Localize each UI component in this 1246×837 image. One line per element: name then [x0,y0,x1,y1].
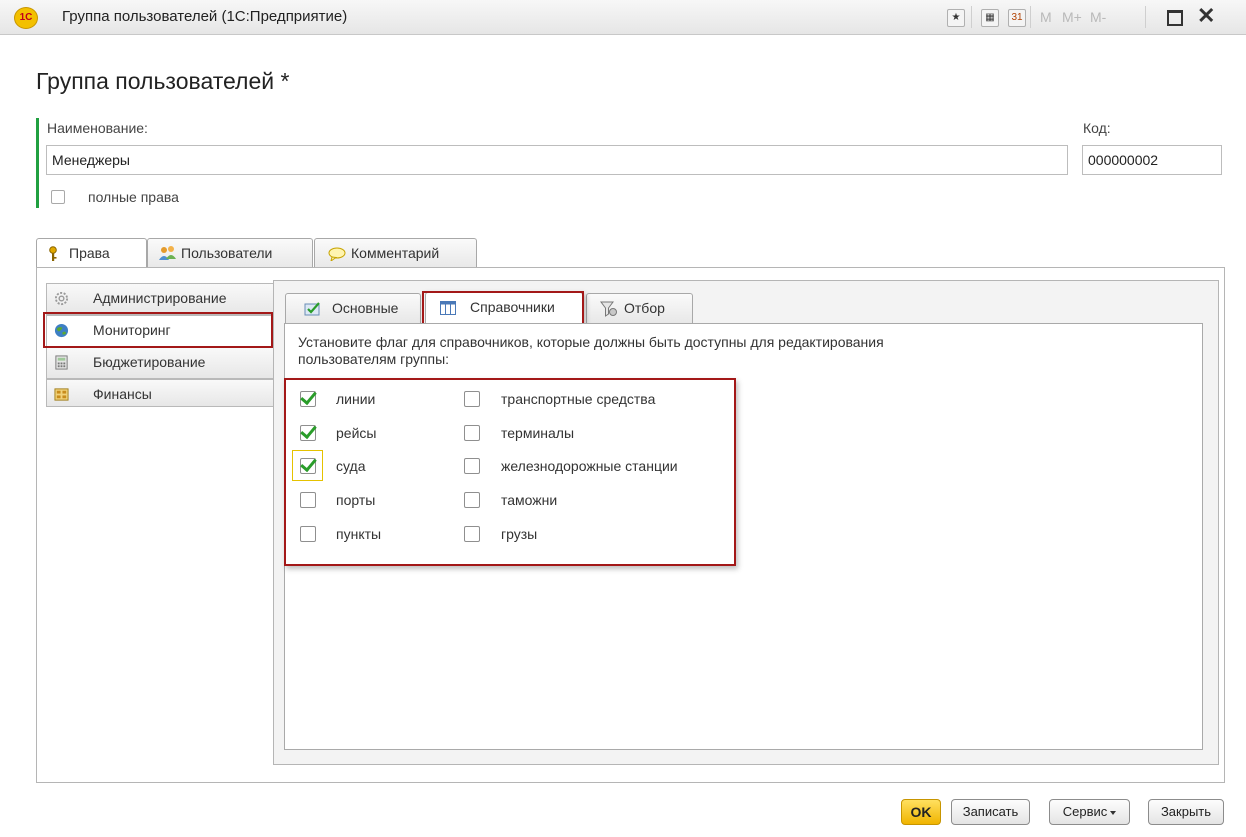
sidebar-item-label: Администрирование [93,290,227,306]
toolbar-divider [1145,6,1146,28]
service-button-label: Сервис [1062,804,1108,819]
calendar-icon[interactable]: 31 [1008,9,1026,27]
close-button[interactable]: Закрыть [1148,799,1224,825]
save-button[interactable]: Записать [951,799,1030,825]
tab-comment-label: Комментарий [351,245,440,261]
close-window-icon[interactable]: ✕ [1197,4,1215,28]
instruction-text: Установите флаг для справочников, которы… [298,334,884,368]
required-marker [36,118,39,208]
code-field[interactable]: 000000002 [1082,145,1222,175]
sidebar-item-finance[interactable]: Финансы [46,379,273,407]
memory-minus-button[interactable]: M- [1090,9,1106,25]
name-label: Наименование: [47,120,148,136]
comment-icon [328,247,346,261]
tab-comment[interactable]: Комментарий [314,238,477,268]
app-logo-icon: 1С [14,7,38,29]
sidebar-item-administration[interactable]: Администрирование [46,283,273,315]
subtab-filter-label: Отбор [624,300,665,316]
code-label: Код: [1083,120,1111,136]
chevron-down-icon [1110,810,1117,815]
sidebar-item-label: Финансы [93,386,152,402]
toolbar-divider [971,6,972,28]
tab-rights[interactable]: Права [36,238,147,269]
calculator-icon [55,355,68,370]
full-rights-label: полные права [88,189,179,205]
window-title: Группа пользователей (1С:Предприятие) [62,8,348,25]
checklist-icon [304,302,320,316]
tab-rights-label: Права [69,245,110,261]
name-field[interactable]: Менеджеры [46,145,1068,175]
gear-icon [54,291,69,306]
instruction-line-2: пользователям группы: [298,351,450,367]
highlight-monitoring [43,312,273,348]
calculator-tool-icon[interactable]: ▦ [981,9,999,27]
memory-plus-button[interactable]: M+ [1062,9,1082,25]
key-icon [49,246,57,261]
instruction-line-1: Установите флаг для справочников, которы… [298,334,884,350]
subtab-filter[interactable]: Отбор [586,293,693,323]
subtab-main[interactable]: Основные [285,293,421,323]
sidebar-item-label: Бюджетирование [93,354,206,370]
page-title: Группа пользователей * [36,68,290,94]
sidebar-item-budgeting[interactable]: Бюджетирование [46,347,273,379]
maximize-icon[interactable] [1167,10,1183,26]
finance-icon [54,388,69,401]
full-rights-checkbox[interactable] [51,190,65,204]
subtab-main-label: Основные [332,300,399,316]
users-icon [159,246,176,260]
toolbar-divider [1030,6,1031,28]
tab-users-label: Пользователи [181,245,273,261]
service-button[interactable]: Сервис [1049,799,1130,825]
ok-button[interactable]: OK [901,799,941,825]
highlight-checkbox-group [284,378,736,566]
favorites-icon[interactable]: ★ [947,9,965,27]
tab-users[interactable]: Пользователи [147,238,313,268]
filter-icon [600,301,617,317]
memory-m-button[interactable]: M [1040,9,1052,25]
